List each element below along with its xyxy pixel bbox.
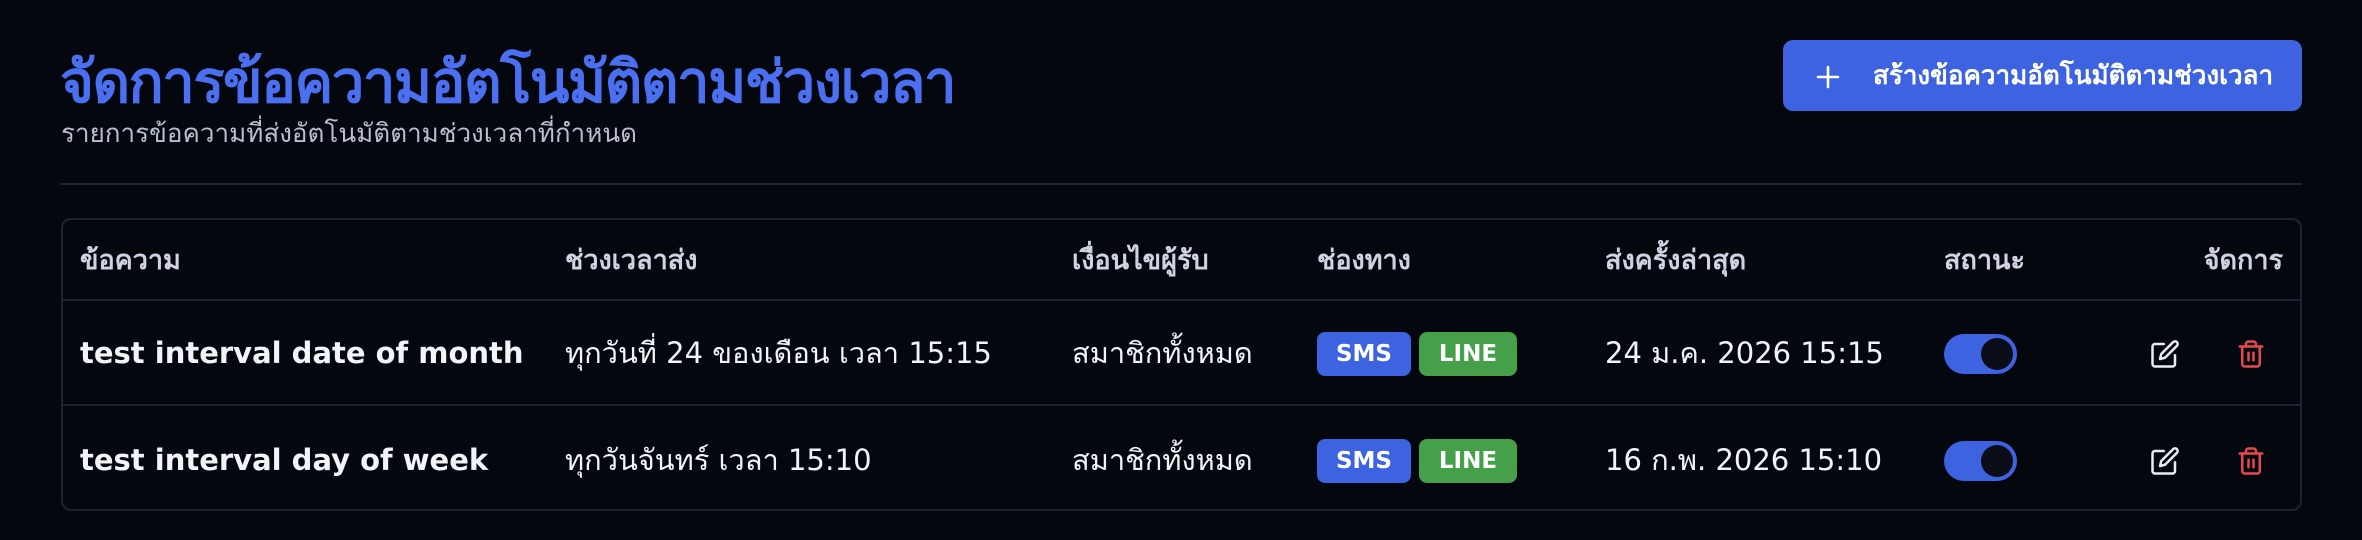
table-row: test interval day of week ทุกวันจันทร์ เ… (63, 408, 2300, 509)
row-actions (2145, 301, 2185, 406)
message-name: test interval day of week (80, 443, 489, 477)
page-subtitle: รายการข้อความที่ส่งอัตโนมัติตามช่วงเวลาท… (61, 119, 638, 149)
schedule-text: ทุกวันที่ 24 ของเดือน เวลา 15:15 (565, 336, 992, 370)
page-title: จัดการข้อความอัตโนมัติตามช่วงเวลา (60, 48, 957, 116)
toggle-knob (1981, 337, 2013, 370)
status-toggle[interactable] (1944, 440, 2017, 481)
recipients-text: สมาชิกทั้งหมด (1072, 443, 1253, 477)
column-header-schedule: ช่วงเวลาส่ง (565, 245, 698, 276)
edit-icon[interactable] (2145, 334, 2185, 374)
message-name: test interval date of month (80, 336, 524, 370)
schedule-text: ทุกวันจันทร์ เวลา 15:10 (565, 443, 872, 477)
edit-icon[interactable] (2145, 441, 2185, 481)
status-cell (1944, 408, 2017, 509)
plus-icon (1783, 40, 1873, 111)
table-row: test interval date of month ทุกวันที่ 24… (63, 301, 2300, 406)
channel-badge-line: LINE (1419, 331, 1517, 376)
column-header-message: ข้อความ (80, 245, 181, 276)
channel-badge-sms: SMS (1317, 331, 1411, 376)
trash-icon[interactable] (2231, 441, 2271, 481)
table-header: ข้อความ ช่วงเวลาส่ง เงื่อนไขผู้รับ ช่องท… (63, 220, 2300, 301)
row-actions-delete (2231, 408, 2271, 509)
channels: SMS LINE (1317, 301, 1517, 406)
column-header-last-sent: ส่งครั้งล่าสุด (1605, 245, 1747, 276)
column-header-status: สถานะ (1944, 245, 2025, 276)
last-sent-text: 16 ก.พ. 2026 15:10 (1605, 443, 1883, 477)
create-button-label: สร้างข้อความอัตโนมัติตามช่วงเวลา (1873, 61, 2274, 91)
header-divider (60, 183, 2302, 185)
row-actions (2145, 408, 2185, 509)
channel-badge-sms: SMS (1317, 438, 1411, 483)
automated-messages-page: จัดการข้อความอัตโนมัติตามช่วงเวลา รายการ… (0, 0, 2362, 540)
scheduled-messages-table: ข้อความ ช่วงเวลาส่ง เงื่อนไขผู้รับ ช่องท… (61, 218, 2302, 511)
status-cell (1944, 301, 2017, 406)
status-toggle[interactable] (1944, 333, 2017, 374)
column-header-recipients: เงื่อนไขผู้รับ (1072, 245, 1209, 276)
row-actions-delete (2231, 301, 2271, 406)
column-header-channels: ช่องทาง (1317, 245, 1411, 276)
create-scheduled-message-button[interactable]: สร้างข้อความอัตโนมัติตามช่วงเวลา (1783, 40, 2302, 111)
recipients-text: สมาชิกทั้งหมด (1072, 336, 1253, 370)
trash-icon[interactable] (2231, 334, 2271, 374)
last-sent-text: 24 ม.ค. 2026 15:15 (1605, 336, 1884, 370)
column-header-actions: จัดการ (2203, 245, 2283, 276)
channel-badge-line: LINE (1419, 438, 1517, 483)
toggle-knob (1981, 444, 2013, 477)
channels: SMS LINE (1317, 408, 1517, 509)
